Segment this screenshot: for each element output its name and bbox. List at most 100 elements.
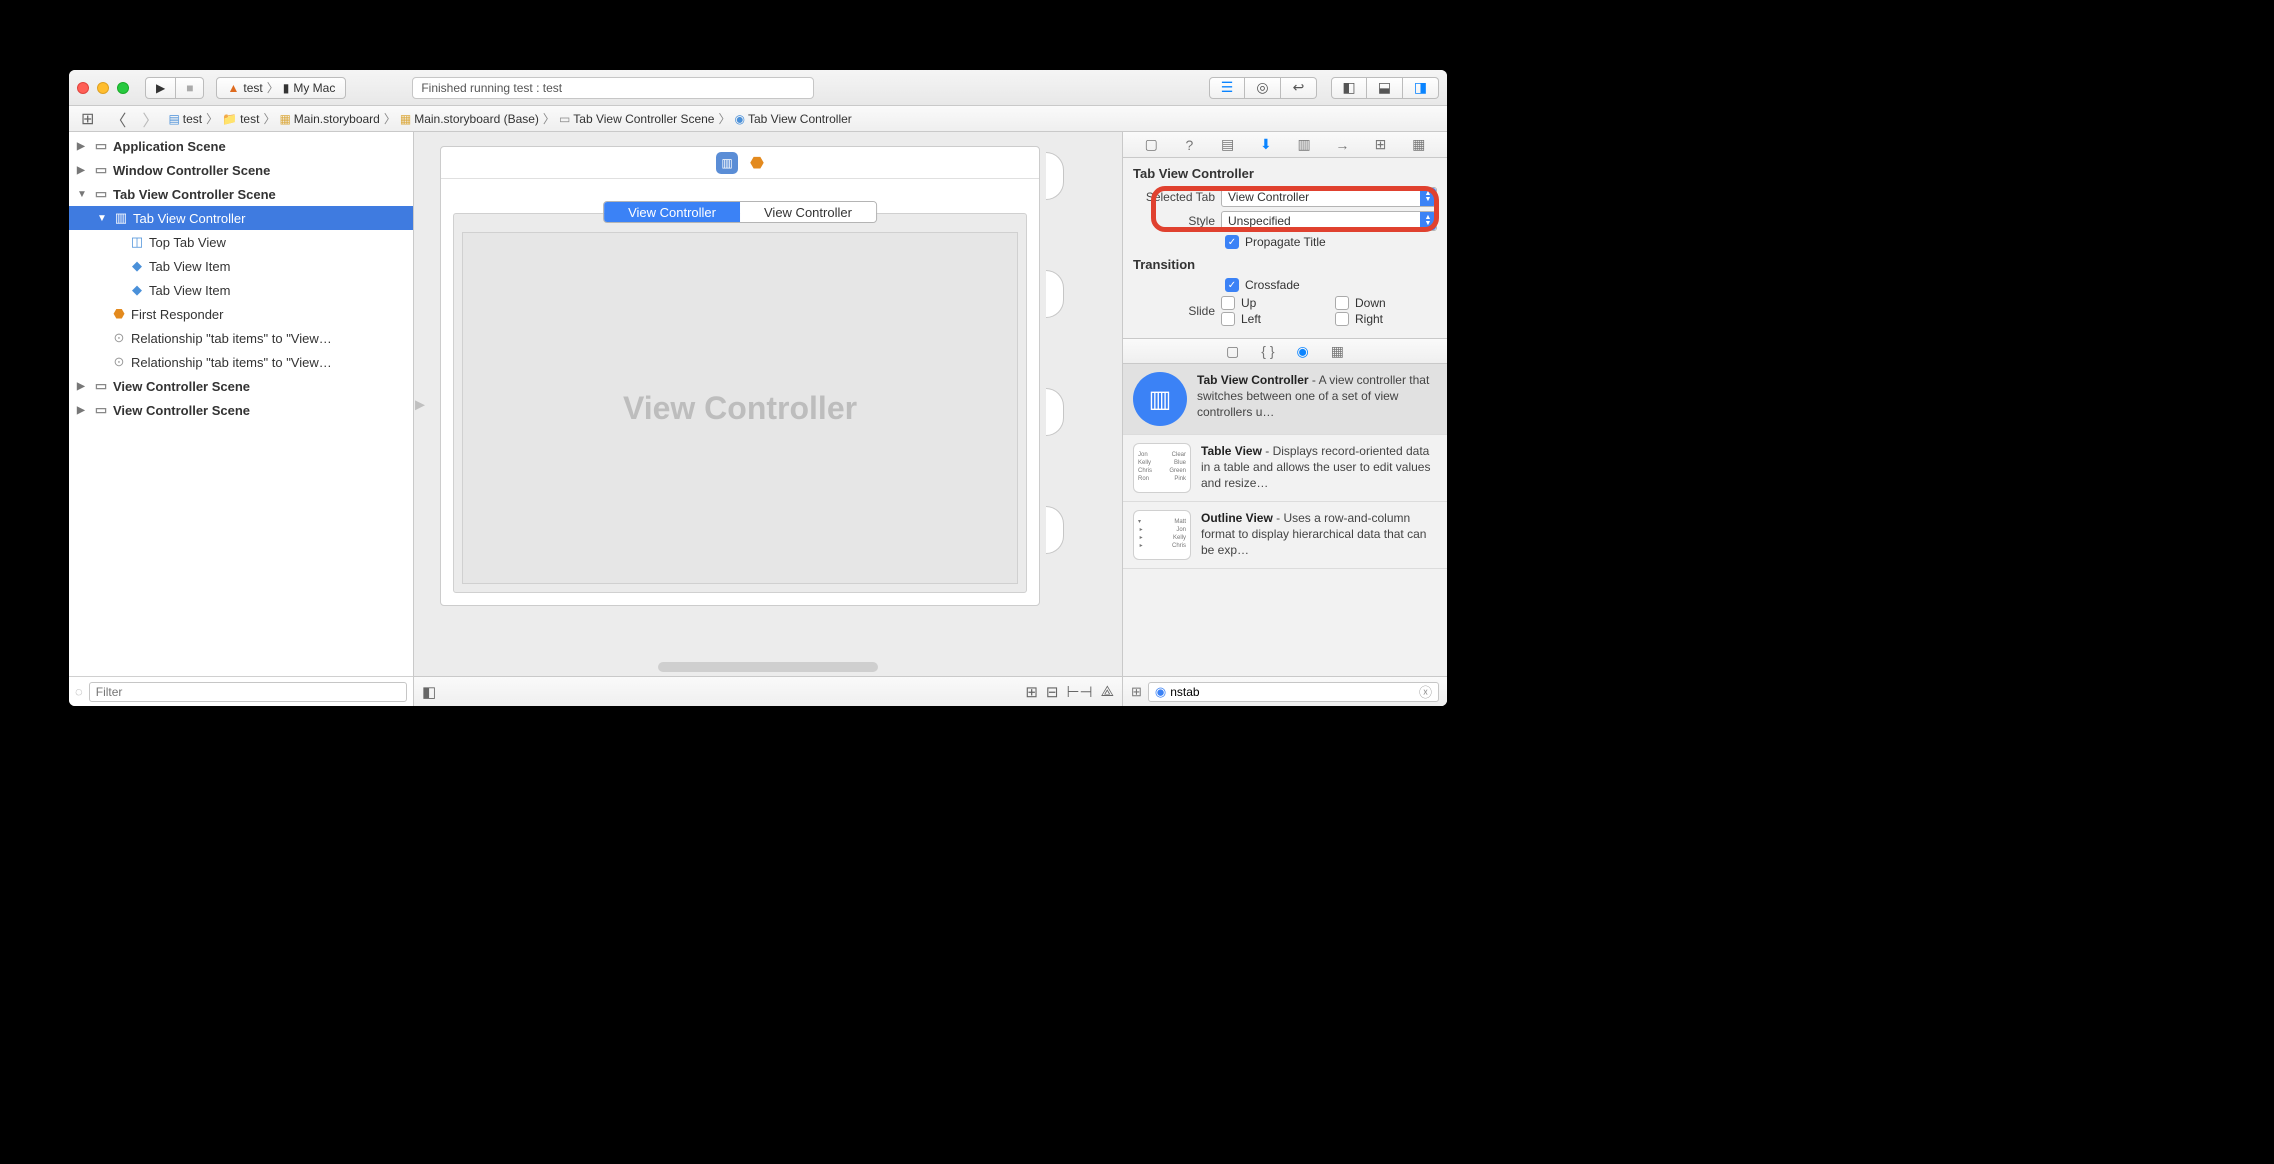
resolve-button[interactable]: ⟁ [1101,683,1114,701]
segue-handle[interactable] [1046,152,1064,200]
embed-button[interactable]: ⊞ [1025,683,1038,701]
outline-row[interactable]: ◆Tab View Item [69,254,413,278]
outline-row-selected[interactable]: ▼▥Tab View Controller [69,206,413,230]
help-inspector-tab[interactable]: ? [1179,137,1199,153]
outline-row[interactable]: ⬣First Responder [69,302,413,326]
style-select[interactable]: Unspecified ▲▼ [1221,211,1437,231]
code-snippet-tab[interactable]: { } [1261,343,1274,359]
outline-row[interactable]: ⊙Relationship "tab items" to "View… [69,350,413,374]
checkbox-label: Propagate Title [1245,235,1326,249]
tabvc-scene-box[interactable]: ▥ ⬣ View Controller View Controller View… [440,146,1040,606]
connections-inspector-tab[interactable]: → [1332,137,1352,153]
run-button[interactable]: ▶ [145,77,176,99]
xcode-window: ▶ ■ ▲ test 〉 ▮ My Mac Finished running t… [69,70,1447,706]
inspector-scroll[interactable]: Tab View Controller Selected Tab View Co… [1123,158,1447,338]
object-library-tab[interactable]: ◉ [1297,343,1309,360]
align-button[interactable]: ⊟ [1046,683,1059,701]
zoom-window-button[interactable] [117,82,129,94]
library-item[interactable]: JonClear KellyBlue ChrisGreen RonPink Ta… [1123,435,1447,502]
traffic-lights [77,82,129,94]
crossfade-row: ✓ Crossfade [1225,278,1437,292]
toggle-navigator-button[interactable]: ◧ [1331,77,1367,99]
slide-down-checkbox[interactable] [1335,296,1349,310]
tab-1[interactable]: View Controller [604,202,740,222]
scene-row[interactable]: ▶▭View Controller Scene [69,398,413,422]
scene-row[interactable]: ▶▭Window Controller Scene [69,158,413,182]
row-label: Tab View Item [149,283,230,298]
tab-2[interactable]: View Controller [740,202,876,222]
selected-tab-select[interactable]: View Controller ▲▼ [1221,187,1437,207]
clear-filter-button[interactable]: ⓧ [1419,682,1432,701]
breadcrumb-item[interactable]: 📁test [222,112,259,126]
outline-tree[interactable]: ▶▭Application Scene ▶▭Window Controller … [69,132,413,676]
stop-button[interactable]: ■ [176,77,204,99]
disclosure-closed-icon: ▶ [77,405,89,416]
scene-titlebar[interactable]: ▥ ⬣ [441,147,1039,179]
attributes-inspector-tab[interactable]: ⬇ [1256,136,1276,153]
checkbox-label: Crossfade [1245,278,1300,292]
slide-up-checkbox[interactable] [1221,296,1235,310]
breadcrumb-label: Main.storyboard [294,112,380,126]
storyboard-canvas[interactable]: ▸ ▥ ⬣ View Controller View Controller Vi… [414,132,1122,676]
scene-row[interactable]: ▼▭Tab View Controller Scene [69,182,413,206]
tabvc-icon: ▥ [113,210,129,226]
library-item[interactable]: ▥ Tab View Controller - A view controlle… [1123,364,1447,435]
media-library-tab[interactable]: ▦ [1331,343,1344,360]
assistant-editor-button[interactable]: ◎ [1245,77,1281,99]
outline-filter-input[interactable] [89,682,407,702]
relationship-icon: ⊙ [111,330,127,346]
version-editor-button[interactable]: ↩ [1281,77,1317,99]
propagate-title-checkbox[interactable]: ✓ [1225,235,1239,249]
outline-row[interactable]: ⊙Relationship "tab items" to "View… [69,326,413,350]
toggle-outline-button[interactable]: ◧ [422,683,436,701]
grid-icon[interactable]: ⊞ [75,109,100,129]
outline-row[interactable]: ◆ Tab View Item [69,278,413,302]
breadcrumb-item[interactable]: ◉Tab View Controller [734,112,851,126]
library-filter-input[interactable] [1170,685,1415,699]
breadcrumb-item[interactable]: ▭Tab View Controller Scene [559,112,715,126]
grid-view-button[interactable]: ⊞ [1131,684,1142,700]
nav-back-button[interactable]: 〈 [104,107,132,131]
standard-editor-button[interactable]: ☰ [1209,77,1245,99]
effects-inspector-tab[interactable]: ▦ [1409,136,1429,153]
close-window-button[interactable] [77,82,89,94]
scene-row[interactable]: ▶▭Application Scene [69,134,413,158]
size-inspector-tab[interactable]: ▥ [1294,136,1314,153]
tabitem-icon: ◆ [129,282,145,298]
checkbox-label: Left [1241,312,1261,326]
slide-right-checkbox[interactable] [1335,312,1349,326]
viewcontroller-icon: ▥ [716,152,738,174]
pin-button[interactable]: ⊢⊣ [1066,683,1092,701]
scene-row[interactable]: ▶▭View Controller Scene [69,374,413,398]
outline-row[interactable]: ◫Top Tab View [69,230,413,254]
bindings-inspector-tab[interactable]: ⊞ [1371,136,1391,153]
slide-left-checkbox[interactable] [1221,312,1235,326]
canvas-arrow-icon: ▸ [415,392,425,417]
identity-inspector-tab[interactable]: ▤ [1218,136,1238,153]
crossfade-checkbox[interactable]: ✓ [1225,278,1239,292]
scene-icon: ▭ [559,112,570,126]
breadcrumb-item[interactable]: ▦Main.storyboard [279,112,379,126]
scheme-selector[interactable]: ▲ test 〉 ▮ My Mac [216,77,346,99]
breadcrumb-label: Tab View Controller Scene [573,112,714,126]
minimize-window-button[interactable] [97,82,109,94]
file-template-tab[interactable]: ▢ [1226,343,1239,360]
disclosure-closed-icon: ▶ [77,141,89,152]
nav-forward-button[interactable]: 〉 [136,107,164,131]
horizontal-scrollbar[interactable] [658,662,878,672]
breadcrumb-item[interactable]: ▦Main.storyboard (Base) [400,112,539,126]
segue-handle[interactable] [1046,270,1064,318]
select-value: Unspecified [1228,214,1291,228]
relationship-icon: ⊙ [111,354,127,370]
toggle-inspector-button[interactable]: ◨ [1403,77,1439,99]
breadcrumb-item[interactable]: ▤test [168,112,202,126]
segue-handle[interactable] [1046,506,1064,554]
library-item[interactable]: ▾ Matt ▸ Jon ▸ Kelly ▸ Chris Outline Vie… [1123,502,1447,569]
tab-segment[interactable]: View Controller View Controller [603,201,877,223]
filter-scope-icon[interactable]: ◉ [1155,684,1166,700]
object-library[interactable]: ▥ Tab View Controller - A view controlle… [1123,364,1447,676]
device-icon: ▮ [283,81,290,95]
segue-handle[interactable] [1046,388,1064,436]
toggle-debug-button[interactable]: ⬓ [1367,77,1403,99]
file-inspector-tab[interactable]: ▢ [1141,136,1161,153]
